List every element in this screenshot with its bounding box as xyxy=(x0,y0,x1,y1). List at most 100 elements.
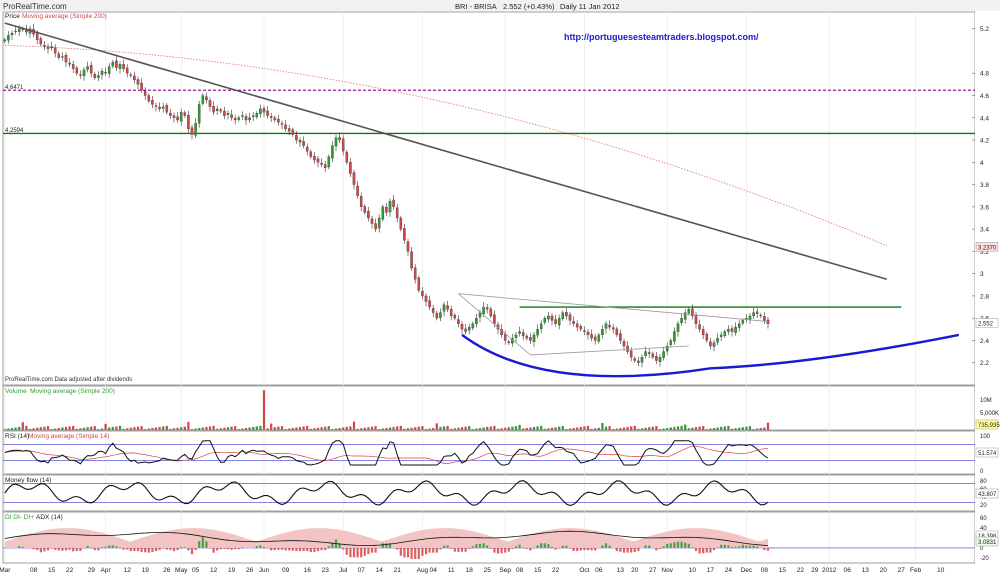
moneyflow-last-badge: 43.807 xyxy=(978,492,997,498)
adx-histogram-bar xyxy=(270,548,272,551)
adx-histogram-bar xyxy=(342,548,344,550)
volume-bar xyxy=(698,427,700,430)
candle-body xyxy=(716,338,718,342)
adx-histogram-bar xyxy=(479,544,481,548)
adx-histogram-bar xyxy=(414,548,416,559)
candle-body xyxy=(7,35,9,40)
candle-body xyxy=(317,159,319,163)
candle-body xyxy=(540,324,542,329)
adx-histogram-bar xyxy=(68,548,70,550)
adx-histogram-bar xyxy=(508,548,510,552)
volume-bar xyxy=(263,390,265,430)
adx-histogram-bar xyxy=(486,545,488,548)
candle-body xyxy=(479,313,481,318)
volume-bar xyxy=(36,428,38,430)
adx-histogram-bar xyxy=(763,548,765,550)
adx-histogram-bar xyxy=(112,545,114,548)
volume-bar xyxy=(104,424,106,430)
x-tick-label: 22 xyxy=(66,567,74,574)
adx-histogram-bar xyxy=(500,548,502,553)
candle-body xyxy=(734,327,736,333)
adx-histogram-bar xyxy=(716,547,718,548)
adx-histogram-bar xyxy=(133,548,135,551)
candle xyxy=(328,155,330,170)
adx-histogram-bar xyxy=(324,548,326,550)
candle-body xyxy=(727,329,729,331)
volume-bar xyxy=(338,428,340,430)
candle-body xyxy=(241,116,243,117)
volume-bar xyxy=(230,427,232,430)
adx-histogram-bar xyxy=(472,546,474,548)
candle-body xyxy=(266,111,268,116)
candle xyxy=(400,216,402,232)
blog-url-watermark: http://portuguesesteamtraders.blogspot.c… xyxy=(564,32,759,42)
x-tick-label: 27 xyxy=(898,567,906,574)
volume-bar xyxy=(284,429,286,430)
volume-y-tick-label: 10M xyxy=(980,398,992,404)
candle-body xyxy=(432,308,434,312)
volume-last-badge: 735,935 xyxy=(978,423,1000,429)
volume-bar xyxy=(40,427,42,430)
adx-histogram-bar xyxy=(540,543,542,548)
volume-bar xyxy=(234,426,236,430)
x-tick-label: 22 xyxy=(797,567,805,574)
candle-body xyxy=(162,107,164,109)
adx-histogram-bar xyxy=(605,543,607,548)
adx-panel-title: DI DI- DI+ xyxy=(5,514,34,521)
volume-bar xyxy=(637,429,639,430)
volume-bar xyxy=(716,427,718,430)
candle-body xyxy=(108,67,110,74)
candle-body xyxy=(256,113,258,117)
x-tick-label: 14 xyxy=(376,567,384,574)
candle-body xyxy=(392,200,394,207)
candle-body xyxy=(367,211,369,218)
adx-histogram-bar xyxy=(731,547,733,548)
volume-bar xyxy=(482,427,484,430)
adx-histogram-bar xyxy=(169,548,171,550)
volume-bar xyxy=(353,422,355,430)
volume-bar xyxy=(500,428,502,430)
volume-bar xyxy=(522,429,524,430)
adx-y-tick-label: 60 xyxy=(980,516,987,522)
rsi-panel-title: RSI (14) xyxy=(5,433,29,440)
volume-bar xyxy=(61,427,63,430)
candle-body xyxy=(252,116,254,117)
volume-bar xyxy=(623,427,625,430)
volume-bar xyxy=(191,429,193,430)
adx-histogram-bar xyxy=(209,548,211,549)
adx-histogram-bar xyxy=(187,548,189,551)
candle-body xyxy=(14,31,16,32)
adx-histogram-bar xyxy=(644,545,646,548)
candle-body xyxy=(648,352,650,353)
candle-body xyxy=(50,47,52,48)
adx-histogram-bar xyxy=(482,543,484,548)
volume-bar xyxy=(652,427,654,430)
candle-body xyxy=(698,325,700,330)
adx-histogram-bar xyxy=(637,548,639,551)
adx-histogram-bar xyxy=(173,548,175,551)
x-tick-label: 05 xyxy=(192,567,200,574)
adx-histogram-bar xyxy=(166,548,168,550)
volume-bar xyxy=(558,427,560,430)
volume-bar xyxy=(767,423,769,430)
candle-body xyxy=(580,326,582,329)
adx-histogram-bar xyxy=(191,548,193,554)
candle-body xyxy=(338,137,340,140)
candle-body xyxy=(306,147,308,151)
x-tick-label: 12 xyxy=(124,567,132,574)
volume-bar xyxy=(605,427,607,430)
candle-body xyxy=(673,332,675,342)
volume-bar xyxy=(533,427,535,430)
volume-bar xyxy=(396,426,398,430)
candle-body xyxy=(612,328,614,330)
adx-histogram-bar xyxy=(266,548,268,549)
volume-bar xyxy=(432,428,434,430)
adx-histogram-bar xyxy=(670,543,672,548)
volume-bar xyxy=(634,426,636,430)
candle-body xyxy=(436,313,438,318)
adx-histogram-bar xyxy=(86,546,88,548)
volume-bar xyxy=(731,429,733,430)
adx-histogram-bar xyxy=(565,546,567,548)
adx-histogram-bar xyxy=(58,548,60,551)
volume-bar xyxy=(745,427,747,430)
